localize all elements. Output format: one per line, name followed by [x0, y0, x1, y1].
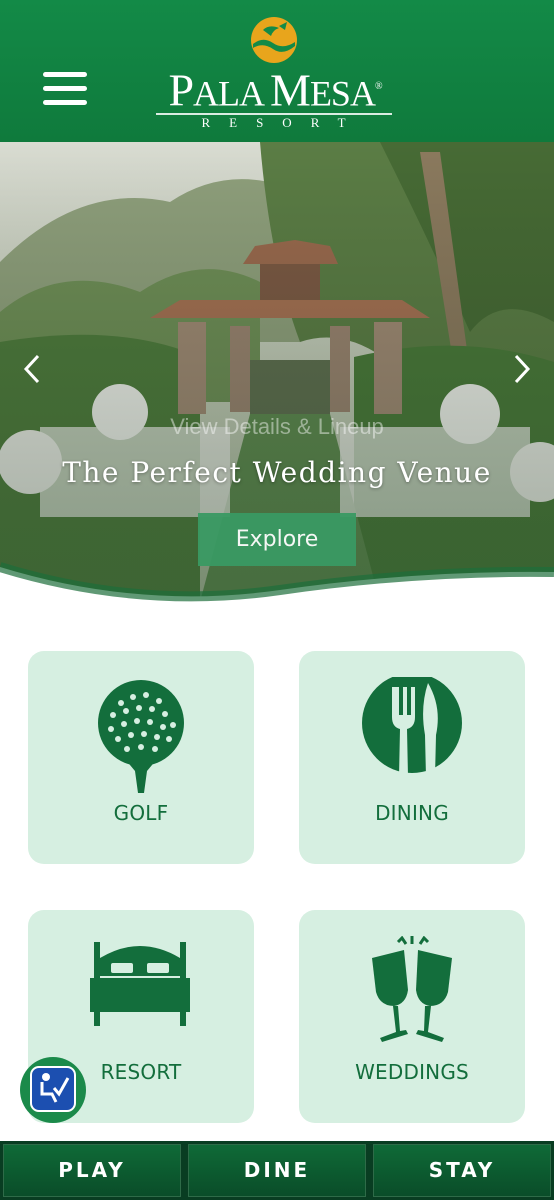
- brand-letters: ALA: [193, 73, 271, 114]
- accessibility-button[interactable]: [20, 1057, 86, 1123]
- brand-letters: ESA: [309, 73, 376, 114]
- tile-label: WEDDINGS: [355, 1060, 469, 1084]
- tile-label: GOLF: [113, 801, 169, 825]
- chevron-right-icon[interactable]: [506, 352, 536, 386]
- hero-ghost-text: View Details & Lineup: [170, 414, 384, 439]
- registered-mark: ®: [374, 81, 383, 92]
- explore-button[interactable]: Explore: [198, 513, 356, 566]
- hero-title: The Perfect Wedding Venue: [62, 456, 492, 489]
- app-header: PALA MESA® RESORT: [0, 0, 554, 142]
- tile-dining[interactable]: DINING: [299, 651, 525, 864]
- brand-letter: M: [270, 64, 311, 116]
- nav-play-button[interactable]: PLAY: [3, 1144, 181, 1197]
- logo-emblem-icon: [251, 17, 297, 63]
- menu-line: [43, 86, 87, 91]
- brand-subtitle: RESORT: [201, 115, 365, 130]
- fork-knife-icon: [362, 677, 462, 777]
- accessibility-icon: [30, 1066, 76, 1112]
- nav-dine-button[interactable]: DINE: [188, 1144, 366, 1197]
- brand-letter: P: [168, 64, 194, 116]
- tile-label: DINING: [375, 801, 449, 825]
- hero-carousel[interactable]: View Details & Lineup The Perfect Weddin…: [0, 142, 554, 602]
- golf-ball-icon: [98, 680, 184, 793]
- menu-line: [43, 72, 87, 77]
- tile-golf[interactable]: GOLF: [28, 651, 254, 864]
- champagne-glasses-icon: [372, 936, 452, 1042]
- chevron-left-icon[interactable]: [18, 352, 48, 386]
- bottom-nav: PLAY DINE STAY: [0, 1141, 554, 1200]
- tile-weddings[interactable]: WEDDINGS: [299, 910, 525, 1123]
- menu-line: [43, 100, 87, 105]
- bed-icon: [90, 942, 190, 1026]
- hamburger-menu-icon[interactable]: [38, 68, 92, 112]
- brand-name: PALA MESA®: [150, 64, 400, 116]
- pala-mesa-logo[interactable]: PALA MESA® RESORT: [150, 12, 400, 132]
- nav-stay-button[interactable]: STAY: [373, 1144, 551, 1197]
